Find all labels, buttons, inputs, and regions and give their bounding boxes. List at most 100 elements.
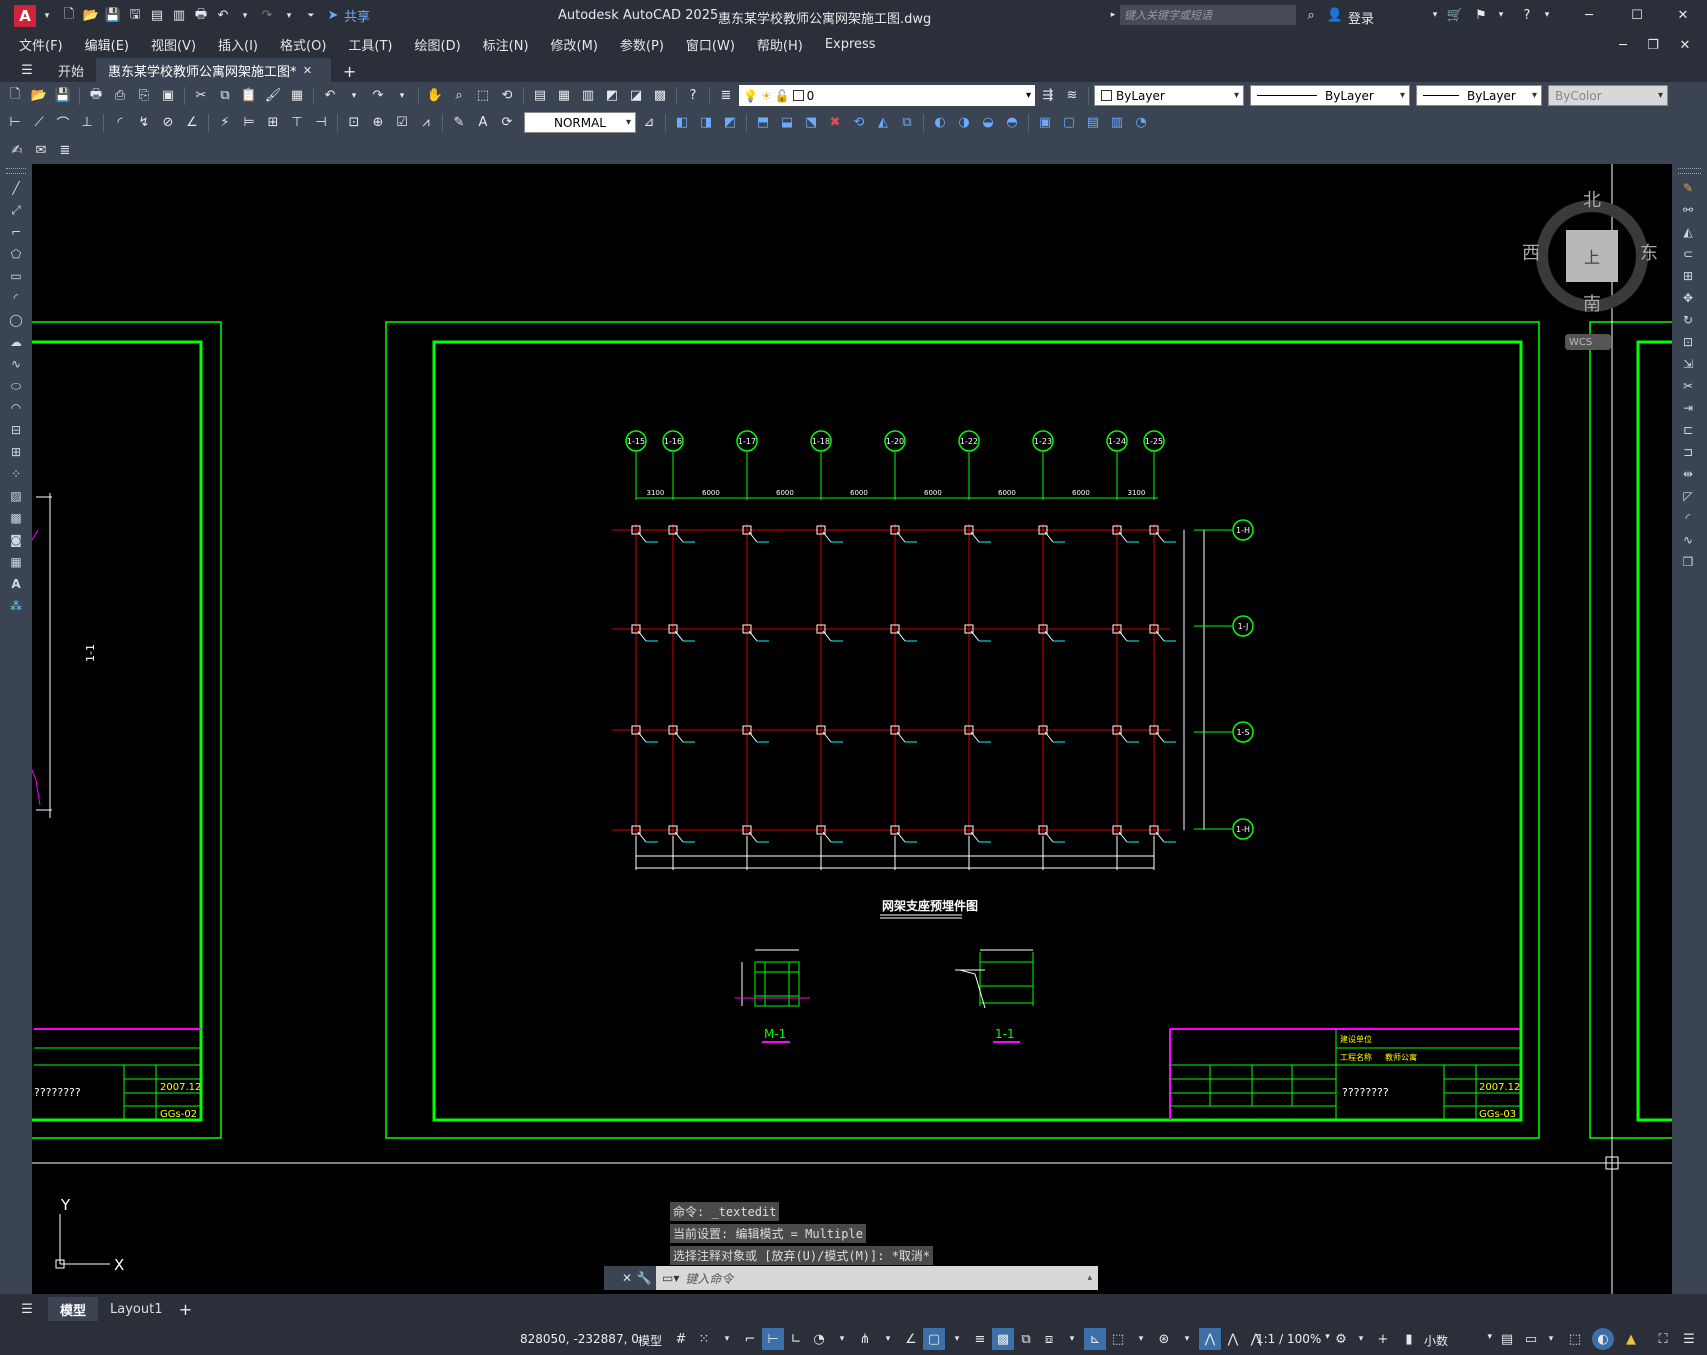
plot-icon[interactable]: 🖶 <box>190 5 212 27</box>
viewcube-east[interactable]: 东 <box>1640 239 1658 265</box>
app-logo[interactable]: A <box>14 4 36 27</box>
properties-icon[interactable]: ▤ <box>529 85 551 107</box>
break-at-point-icon[interactable]: ⊏ <box>1677 420 1699 440</box>
infer-constraints-icon[interactable]: ⌐ <box>739 1328 761 1350</box>
dim-angular-icon[interactable]: ∠ <box>181 112 203 134</box>
explode-icon[interactable]: ❒ <box>1677 552 1699 572</box>
copy-faces-icon[interactable]: ⧉ <box>896 112 918 134</box>
extrude-faces-icon[interactable]: ⬒ <box>752 112 774 134</box>
tab-start[interactable]: 开始 <box>46 58 96 82</box>
circle-icon[interactable]: ◯ <box>5 310 27 330</box>
erase-icon[interactable]: ✎ <box>1677 178 1699 198</box>
copy-edges-icon[interactable]: ▤ <box>1082 112 1104 134</box>
tab-close-icon[interactable]: ✕ <box>297 59 319 81</box>
dynamic-ucs-icon[interactable]: ⊾ <box>1084 1328 1106 1350</box>
plot-toolbar-icon[interactable]: 🖶 <box>85 85 107 107</box>
zoom-window-icon[interactable]: ⬚ <box>472 85 494 107</box>
doc-restore-icon[interactable]: ❐ <box>1642 34 1664 56</box>
lock-ui-icon[interactable]: ▭ <box>1520 1328 1542 1350</box>
drawing-canvas[interactable]: 1-1 ???????? 2007.12 GGs-02 3100 6000 60… <box>32 164 1672 1294</box>
jog-linear-icon[interactable]: ⩘ <box>415 112 437 134</box>
wcs-menu[interactable]: WCS <box>1565 334 1611 350</box>
command-expand-icon[interactable]: ▴ <box>1087 1273 1092 1283</box>
units-icon[interactable]: ▮ <box>1398 1328 1420 1350</box>
polyline-icon[interactable]: ⌐ <box>5 222 27 242</box>
menu-draw[interactable]: 绘图(D) <box>404 35 472 54</box>
status-coordinates[interactable]: 828050, -232887, 0 <box>520 1332 639 1346</box>
delete-faces-icon[interactable]: ✖ <box>824 112 846 134</box>
isodraft-dropdown-icon[interactable]: ▾ <box>877 1328 899 1350</box>
zoom-previous-icon[interactable]: ⟲ <box>496 85 518 107</box>
layout-menu-icon[interactable]: ☰ <box>16 1298 38 1320</box>
shell-icon[interactable]: ◓ <box>1001 112 1023 134</box>
rotate-faces-icon[interactable]: ⟲ <box>848 112 870 134</box>
osnap-icon[interactable]: ▢ <box>923 1328 945 1350</box>
dim-baseline-icon[interactable]: ⊨ <box>238 112 260 134</box>
model-space-button[interactable]: 模型 <box>638 1332 662 1349</box>
palette-grip[interactable] <box>6 168 26 174</box>
extrude-edges-icon[interactable]: ▢ <box>1058 112 1080 134</box>
dimstyle-dropdown[interactable]: NORMAL <box>524 112 636 133</box>
quick-dim-icon[interactable]: ⚡ <box>214 112 236 134</box>
offset-icon[interactable]: ⊂ <box>1677 244 1699 264</box>
construction-line-icon[interactable]: ⤢ <box>5 200 27 220</box>
tolerance-icon[interactable]: ⊡ <box>343 112 365 134</box>
maximize-icon[interactable]: ☐ <box>1626 4 1648 26</box>
redo-toolbar-icon[interactable]: ↷ <box>367 85 389 107</box>
customize-qat-icon[interactable]: ⏷ <box>300 5 322 27</box>
lineweight-dropdown[interactable]: ByLayer <box>1416 85 1542 106</box>
copy-icon[interactable]: ⧉ <box>214 85 236 107</box>
apps-dropdown-icon[interactable]: ▾ <box>1490 4 1512 26</box>
menu-express[interactable]: Express <box>814 37 887 52</box>
plotstyle-dropdown[interactable]: ByColor <box>1548 85 1668 106</box>
array-icon[interactable]: ⊞ <box>1677 266 1699 286</box>
cart-icon[interactable]: 🛒 <box>1444 4 1466 26</box>
dim-jogged-icon[interactable]: ↯ <box>133 112 155 134</box>
dim-edit-icon[interactable]: ✎ <box>448 112 470 134</box>
transparency-icon[interactable]: ▩ <box>992 1328 1014 1350</box>
publish-icon[interactable]: ⎘ <box>133 85 155 107</box>
dimstyle-manager-icon[interactable]: ⊿ <box>638 112 660 134</box>
undo-icon[interactable]: ↶ <box>212 5 234 27</box>
save-file-icon[interactable]: 💾 <box>52 85 74 107</box>
dim-aligned-icon[interactable]: ⟋ <box>28 112 50 134</box>
move-icon[interactable]: ✥ <box>1677 288 1699 308</box>
dim-update-icon[interactable]: ⟳ <box>496 112 518 134</box>
palette-grip[interactable] <box>1678 168 1701 174</box>
clean-screen-icon[interactable]: ⛶ <box>1652 1328 1674 1350</box>
make-block-icon[interactable]: ⊞ <box>5 442 27 462</box>
auto-scale-icon[interactable]: ⋀ <box>1222 1328 1244 1350</box>
undo-dropdown-icon[interactable]: ▾ <box>234 5 256 27</box>
menu-window[interactable]: 窗口(W) <box>675 35 746 54</box>
zoom-realtime-icon[interactable]: ⌕ <box>448 85 470 107</box>
new-tab-icon[interactable]: + <box>339 60 361 82</box>
inspect-icon[interactable]: ☑ <box>391 112 413 134</box>
dim-arc-icon[interactable]: ⌒ <box>52 112 74 134</box>
redo-icon[interactable]: ↷ <box>256 5 278 27</box>
redo-list-icon[interactable]: ▾ <box>391 85 413 107</box>
doc-close-icon[interactable]: ✕ <box>1674 34 1696 56</box>
close-icon[interactable]: ✕ <box>1672 4 1694 26</box>
insert-block-icon[interactable]: ⊟ <box>5 420 27 440</box>
login-dropdown-icon[interactable]: ▾ <box>1424 4 1446 26</box>
layer-state-icon[interactable]: ≣ <box>54 139 76 161</box>
scale-icon[interactable]: ⊡ <box>1677 332 1699 352</box>
login-button[interactable]: 登录 <box>1348 8 1374 27</box>
fillet-icon[interactable]: ◜ <box>1677 508 1699 528</box>
menu-file[interactable]: 文件(F) <box>8 35 74 54</box>
blend-curves-icon[interactable]: ∿ <box>1677 530 1699 550</box>
dim-radius-icon[interactable]: ◜ <box>109 112 131 134</box>
otrack-icon[interactable]: ∠ <box>900 1328 922 1350</box>
tab-drawing[interactable]: 惠东某学校教师公寓网架施工图* ✕ <box>96 58 331 82</box>
polygon-icon[interactable]: ⬠ <box>5 244 27 264</box>
polar-icon[interactable]: ◔ <box>808 1328 830 1350</box>
new-file-icon[interactable]: 🗋 <box>4 85 26 107</box>
menu-view[interactable]: 视图(V) <box>140 35 207 54</box>
save-web-icon[interactable]: ▥ <box>168 5 190 27</box>
color-edges-icon[interactable]: ▥ <box>1106 112 1128 134</box>
autodesk-app-icon[interactable]: ⚑ <box>1470 4 1492 26</box>
open-file-icon[interactable]: 📂 <box>28 85 50 107</box>
trim-icon[interactable]: ✂ <box>1677 376 1699 396</box>
new-icon[interactable]: 🗋 <box>58 5 80 27</box>
menu-modify[interactable]: 修改(M) <box>540 35 609 54</box>
